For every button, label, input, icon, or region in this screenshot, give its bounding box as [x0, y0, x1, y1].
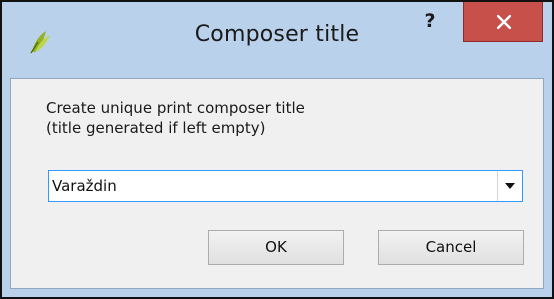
title-input[interactable] — [49, 171, 495, 201]
title-combobox[interactable] — [48, 170, 523, 202]
cancel-button[interactable]: Cancel — [378, 230, 524, 265]
chevron-down-icon — [505, 183, 515, 189]
description-label-line2: (title generated if left empty) — [46, 119, 266, 137]
help-button[interactable]: ? — [406, 6, 454, 38]
title-bar[interactable]: Composer title ? — [2, 2, 552, 78]
dialog-body: Create unique print composer title (titl… — [10, 78, 544, 289]
dropdown-button[interactable] — [497, 171, 522, 201]
ok-button[interactable]: OK — [208, 230, 344, 265]
description-label-line1: Create unique print composer title — [46, 99, 305, 117]
close-icon — [497, 15, 511, 29]
close-button[interactable] — [463, 2, 543, 42]
dialog-window: Composer title ? Create unique print com… — [0, 0, 554, 299]
